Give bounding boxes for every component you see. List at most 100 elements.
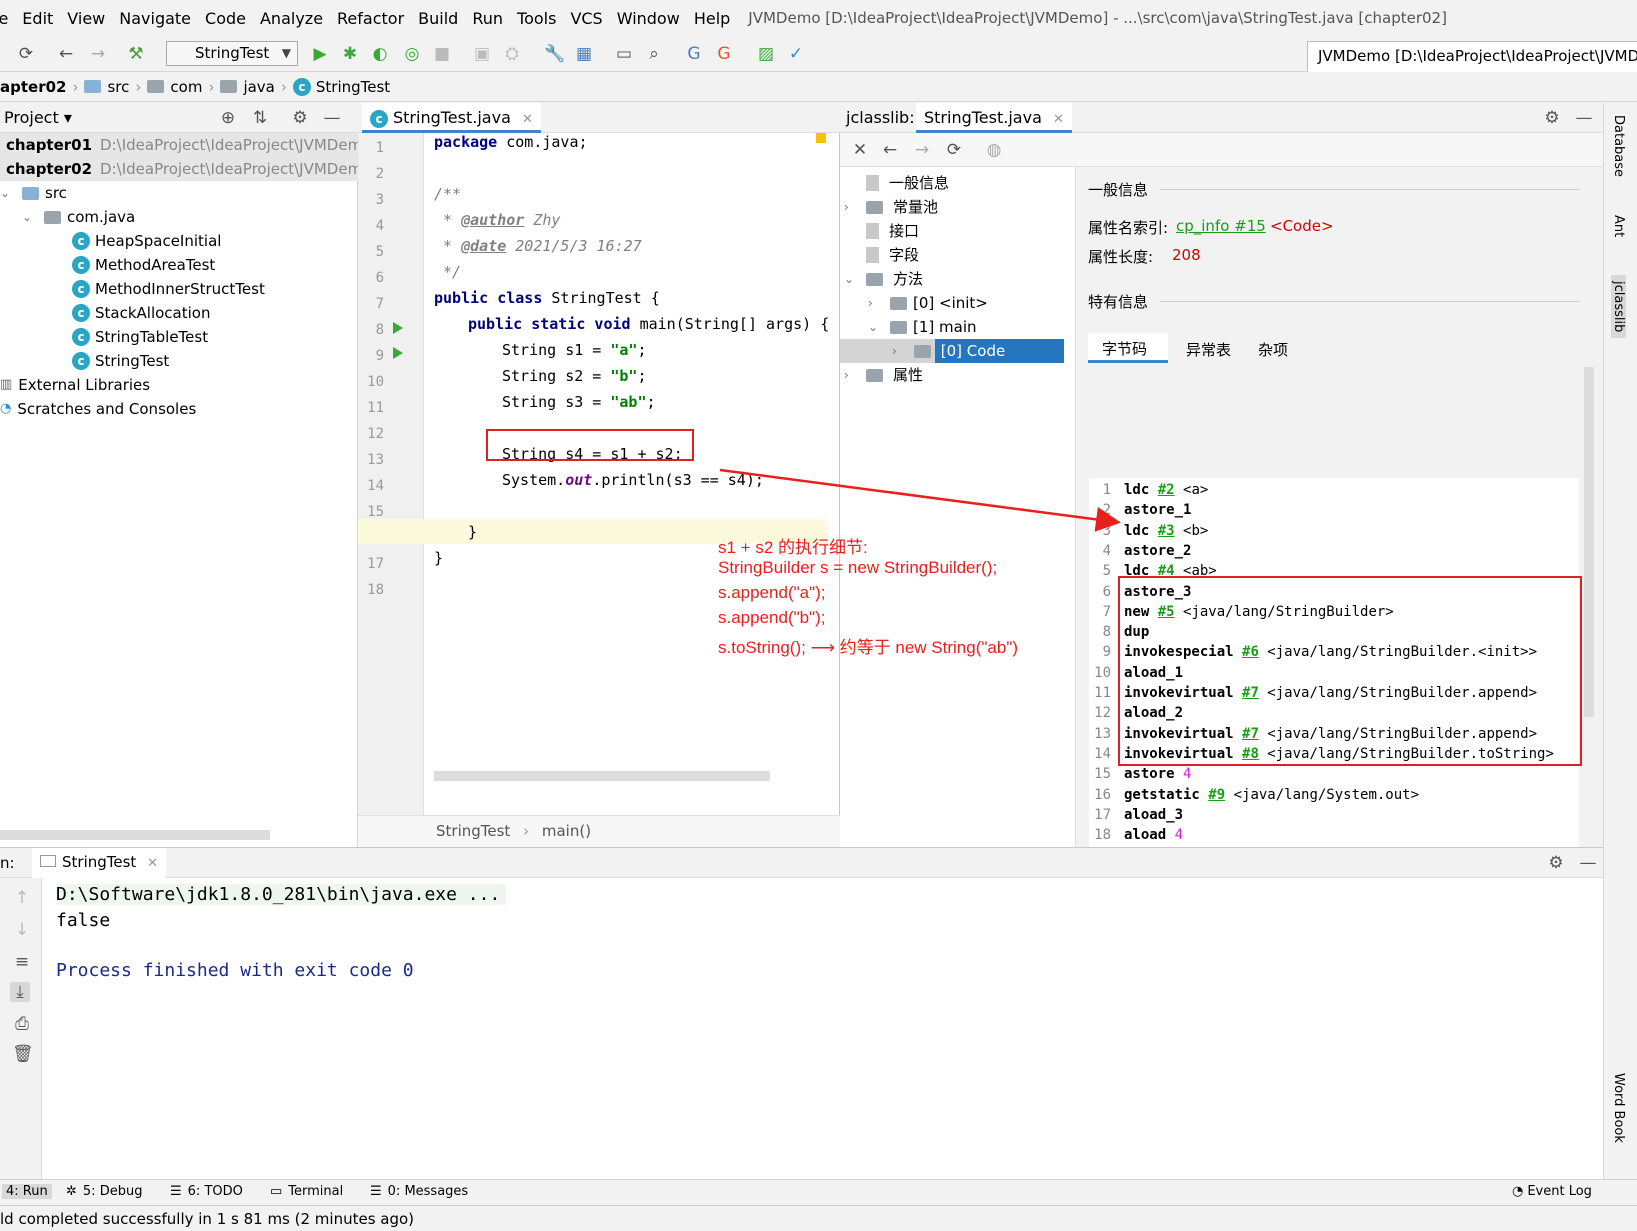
settings-wrench-icon[interactable]: 🔧 bbox=[544, 44, 565, 64]
arrow-up-icon[interactable]: ↑ bbox=[12, 888, 32, 908]
jclasslib-tree-constant-pool[interactable]: › 常量池 bbox=[844, 195, 938, 219]
search-icon[interactable]: ⌕ bbox=[644, 44, 664, 64]
tree-item-scratches[interactable]: ◔ Scratches and Consoles bbox=[0, 397, 196, 421]
tree-item-com-java[interactable]: ⌄ com.java bbox=[22, 205, 135, 229]
hide-icon[interactable]: — bbox=[1578, 853, 1598, 873]
hide-icon[interactable]: — bbox=[1574, 108, 1594, 128]
run-class-icon[interactable] bbox=[393, 322, 403, 334]
translate-alt-icon[interactable]: G bbox=[714, 44, 734, 64]
ant-tool-tab[interactable]: Ant bbox=[1611, 215, 1626, 237]
jclasslib-tree-methods[interactable]: ⌄ 方法 bbox=[844, 267, 923, 291]
jclasslib-tab-file[interactable]: StringTest.java ✕ bbox=[916, 103, 1072, 133]
horizontal-scrollbar[interactable] bbox=[0, 830, 270, 840]
project-view-select[interactable]: Project ▾ bbox=[4, 108, 72, 127]
stop-icon[interactable]: ■ bbox=[432, 44, 452, 64]
menu-vcs[interactable]: VCS bbox=[570, 9, 602, 28]
sync-icon[interactable]: ⟳ bbox=[16, 44, 36, 64]
tree-item-chapter02[interactable]: chapter02 D:\IdeaProject\IdeaProject\JVMD… bbox=[0, 157, 362, 181]
tree-item-class[interactable]: c StackAllocation bbox=[72, 301, 210, 325]
menu-tools[interactable]: Tools bbox=[517, 9, 556, 28]
tool-tab-run[interactable]: 4: Run bbox=[2, 1184, 52, 1199]
horizontal-scrollbar[interactable] bbox=[434, 771, 770, 781]
bytecode-ref-link[interactable]: #3 bbox=[1158, 523, 1175, 539]
tree-item-class[interactable]: c StringTableTest bbox=[72, 325, 208, 349]
breadcrumb-class[interactable]: c StringTest bbox=[292, 77, 390, 96]
menu-build[interactable]: Build bbox=[418, 9, 458, 28]
collapse-all-icon[interactable]: ⇅ bbox=[250, 108, 270, 128]
debug-icon[interactable]: ✱ bbox=[340, 44, 360, 64]
editor-breadcrumb-method[interactable]: main() bbox=[542, 822, 591, 840]
coverage-icon[interactable]: ◐ bbox=[370, 44, 390, 64]
forward-icon[interactable]: → bbox=[912, 140, 932, 160]
editor-tab-stringtest[interactable]: c StringTest.java ✕ bbox=[362, 103, 541, 133]
tool-tab-messages[interactable]: ☰ 0: Messages bbox=[370, 1184, 468, 1199]
translate-icon[interactable]: G bbox=[684, 44, 704, 64]
run-config-select[interactable]: StringTest ▼ bbox=[166, 41, 298, 66]
bytecode-ref-link[interactable]: #2 bbox=[1158, 482, 1175, 498]
tree-item-external-libraries[interactable]: ▥ External Libraries bbox=[0, 373, 150, 397]
locate-icon[interactable]: ⊕ bbox=[218, 108, 238, 128]
attr-name-link[interactable]: cp_info #15 bbox=[1176, 217, 1266, 235]
menu-refactor[interactable]: Refactor bbox=[337, 9, 404, 28]
check-circle-icon[interactable]: ✓ bbox=[786, 44, 806, 64]
tree-item-chapter01[interactable]: chapter01 D:\IdeaProject\IdeaProject\JVMD… bbox=[0, 133, 362, 157]
terminal-window-icon[interactable]: ▭ bbox=[614, 44, 634, 64]
menu-help[interactable]: Help bbox=[694, 9, 730, 28]
menu-file[interactable]: le bbox=[0, 9, 8, 28]
tool-tab-terminal[interactable]: ▭ Terminal bbox=[270, 1184, 343, 1199]
jclasslib-tree-attributes[interactable]: › 属性 bbox=[844, 363, 923, 387]
jclasslib-tree-method-main[interactable]: ⌄ [1] main bbox=[868, 315, 977, 339]
close-icon[interactable]: ✕ bbox=[1053, 112, 1064, 127]
arrow-down-icon[interactable]: ↓ bbox=[12, 920, 32, 940]
back-icon[interactable]: ← bbox=[880, 140, 900, 160]
refresh-icon[interactable]: ⟳ bbox=[944, 140, 964, 160]
tool-tab-todo[interactable]: ☰ 6: TODO bbox=[170, 1184, 243, 1199]
hide-icon[interactable]: — bbox=[322, 108, 342, 128]
tree-item-src[interactable]: ⌄ src bbox=[0, 181, 67, 205]
close-icon[interactable]: ✕ bbox=[522, 112, 533, 127]
gear-icon[interactable]: ⚙ bbox=[1546, 853, 1566, 873]
run-icon[interactable]: ▶ bbox=[310, 44, 330, 64]
jclasslib-tree-general[interactable]: 一般信息 bbox=[866, 171, 949, 195]
gear-icon[interactable]: ⚙ bbox=[1542, 108, 1562, 128]
tree-item-class[interactable]: c MethodInnerStructTest bbox=[72, 277, 265, 301]
jclasslib-tool-tab[interactable]: jclasslib bbox=[1611, 275, 1626, 339]
menu-window[interactable]: Window bbox=[617, 9, 680, 28]
menu-code[interactable]: Code bbox=[205, 9, 246, 28]
gear-icon[interactable]: ⚙ bbox=[290, 108, 310, 128]
close-icon[interactable]: ✕ bbox=[850, 140, 870, 160]
warning-marker[interactable] bbox=[816, 133, 826, 143]
tree-item-class[interactable]: c StringTest bbox=[72, 349, 169, 373]
build-project-icon[interactable]: ⛭ bbox=[502, 44, 522, 64]
statistic-icon[interactable]: ▨ bbox=[756, 44, 776, 64]
attach-icon[interactable]: ▣ bbox=[472, 44, 492, 64]
profile-icon[interactable]: ◎ bbox=[402, 44, 422, 64]
subtab-bytecode[interactable]: 字节码 bbox=[1088, 333, 1168, 363]
build-hammer-icon[interactable]: ⚒ bbox=[126, 44, 146, 64]
breadcrumb-module[interactable]: apter02 › bbox=[0, 78, 78, 96]
subtab-exception-table[interactable]: 异常表 bbox=[1186, 339, 1231, 360]
run-tab-stringtest[interactable]: StringTest ✕ bbox=[32, 848, 166, 878]
menu-run[interactable]: Run bbox=[472, 9, 503, 28]
web-icon[interactable]: ◍ bbox=[984, 140, 1004, 160]
breadcrumb-com[interactable]: com › bbox=[147, 78, 214, 96]
subtab-misc[interactable]: 杂项 bbox=[1258, 339, 1288, 360]
word-book-tool-tab[interactable]: Word Book bbox=[1611, 1073, 1626, 1143]
editor-breadcrumb-class[interactable]: StringTest bbox=[436, 822, 510, 840]
database-tool-tab[interactable]: Database bbox=[1611, 115, 1626, 177]
jclasslib-tree-fields[interactable]: 字段 bbox=[866, 243, 919, 267]
close-icon[interactable]: ✕ bbox=[147, 856, 158, 871]
menu-view[interactable]: View bbox=[67, 9, 105, 28]
menu-edit[interactable]: Edit bbox=[22, 9, 53, 28]
breadcrumb-src[interactable]: src › bbox=[84, 78, 141, 96]
breadcrumb-java[interactable]: java › bbox=[220, 78, 287, 96]
jclasslib-tree-interfaces[interactable]: 接口 bbox=[866, 219, 919, 243]
soft-wrap-icon[interactable]: ≡ bbox=[12, 952, 32, 972]
forward-icon[interactable]: → bbox=[88, 44, 108, 64]
menu-navigate[interactable]: Navigate bbox=[119, 9, 191, 28]
tree-item-class[interactable]: c MethodAreaTest bbox=[72, 253, 215, 277]
back-icon[interactable]: ← bbox=[56, 44, 76, 64]
run-method-icon[interactable] bbox=[393, 347, 403, 359]
jclasslib-tree-code-row[interactable]: › [0] Code bbox=[840, 339, 1064, 363]
menu-analyze[interactable]: Analyze bbox=[260, 9, 323, 28]
